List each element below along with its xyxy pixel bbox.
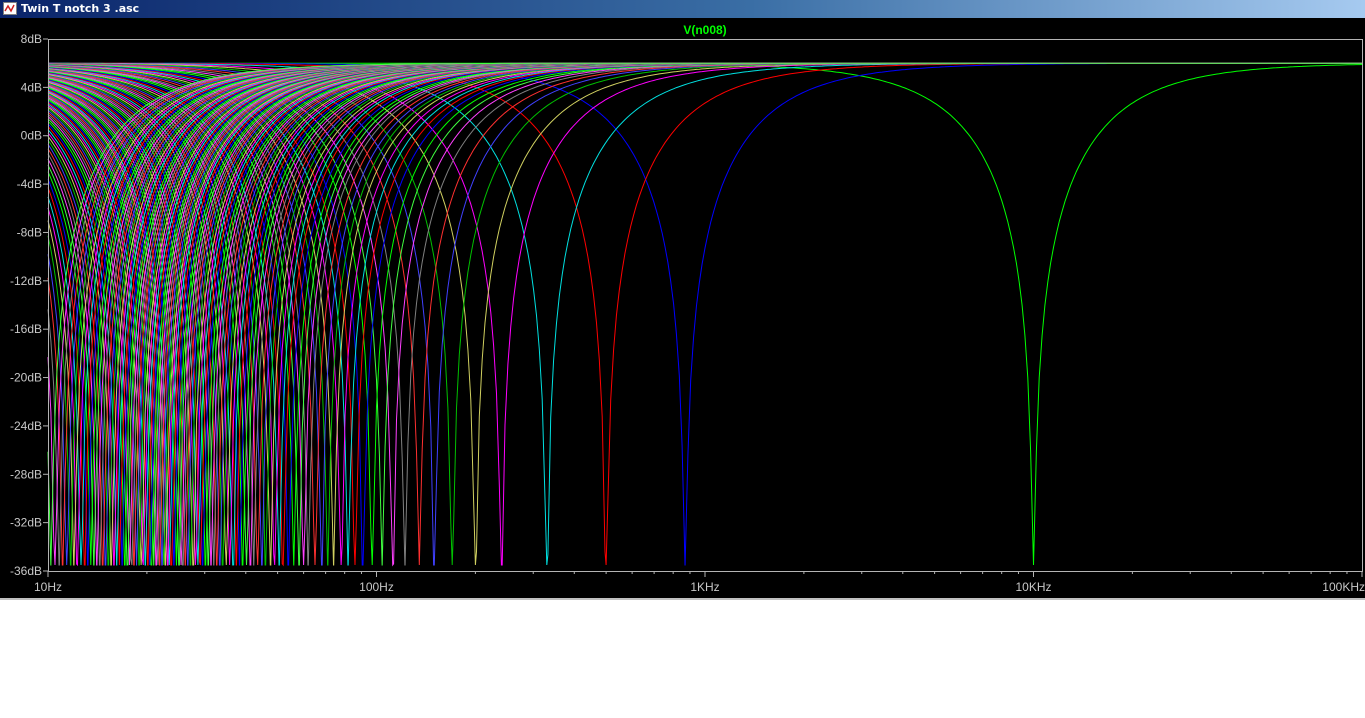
window-title-bar[interactable]: Twin T notch 3 .asc [0, 0, 1365, 18]
y-tick-label: -32dB [10, 516, 42, 530]
x-tick-label: 10KHz [1015, 580, 1051, 594]
y-tick-label: -8dB [17, 225, 42, 239]
waveform-app-icon [3, 2, 17, 15]
trace-name-label[interactable]: V(n008) [683, 23, 726, 37]
window-title: Twin T notch 3 .asc [21, 2, 140, 15]
x-tick-label: 10Hz [34, 580, 62, 594]
y-tick-label: -28dB [10, 467, 42, 481]
y-tick-label: 4dB [21, 80, 42, 94]
x-tick-label: 100KHz [1322, 580, 1365, 594]
y-tick-label: -4dB [17, 177, 42, 191]
x-tick-label: 1KHz [690, 580, 719, 594]
y-tick-label: -24dB [10, 419, 42, 433]
x-tick-label: 100Hz [359, 580, 394, 594]
y-tick-label: 8dB [21, 32, 42, 46]
y-tick-label: 0dB [21, 129, 42, 143]
y-tick-label: -12dB [10, 274, 42, 288]
y-tick-label: -20dB [10, 371, 42, 385]
y-tick-label: -16dB [10, 322, 42, 336]
bode-magnitude-chart[interactable]: 8dB 4dB 0dB -4dB -8dB -12dB -16dB -20dB -24dB -28… [0, 18, 1365, 598]
y-tick-label: -36dB [10, 564, 42, 578]
waveform-plot-pane[interactable]: 8dB 4dB 0dB -4dB -8dB -12dB -16dB -20dB -24dB -28… [0, 18, 1365, 600]
